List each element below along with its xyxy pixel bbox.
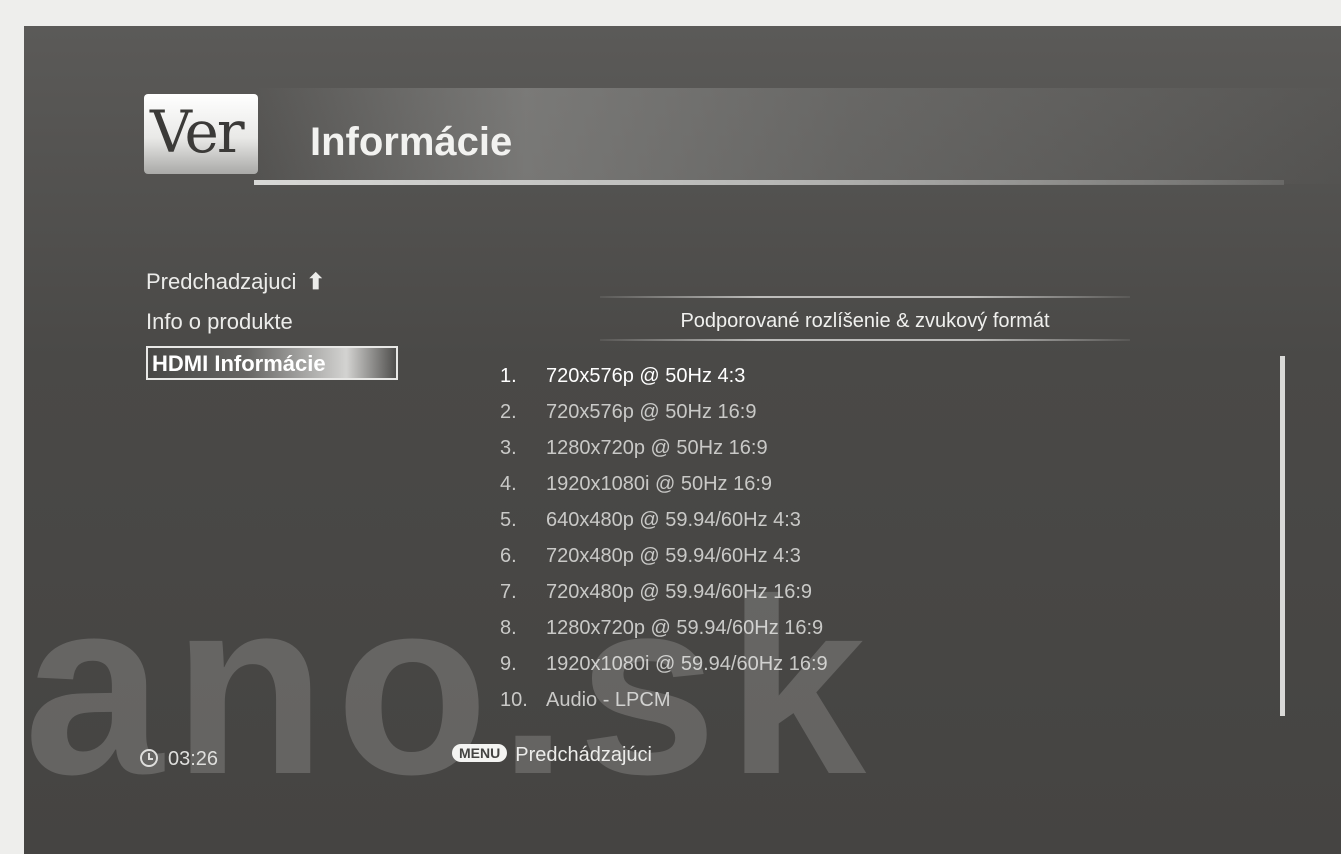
list-item-number: 4. xyxy=(500,473,517,495)
list-item-number: 1. xyxy=(500,365,517,387)
list-item-text: 1920x1080i @ 50Hz 16:9 xyxy=(546,473,773,495)
page-title: Informácie xyxy=(310,120,513,164)
list-item[interactable]: 5. 640x480p @ 59.94/60Hz 4:3 xyxy=(500,502,828,538)
menu-item-previous-label: Predchadzajuci xyxy=(146,269,297,294)
menu-item-hdmi-info-label: HDMI Informácie xyxy=(152,351,326,376)
menu-key-badge[interactable]: MENU xyxy=(452,744,508,762)
list-item-text: 1280x720p @ 50Hz 16:9 xyxy=(546,437,768,459)
clock-icon xyxy=(140,749,158,767)
menu-item-hdmi-info[interactable]: HDMI Informácie xyxy=(146,346,398,380)
footer-menu-hint: MENU Predchádzajúci xyxy=(452,744,652,767)
clock-time: 03:26 xyxy=(168,748,219,770)
section-title: Podporované rozlíšenie & zvukový formát xyxy=(680,310,1050,332)
scrollbar[interactable] xyxy=(1280,356,1285,716)
section-divider-top xyxy=(600,296,1130,298)
menu-hint-label: Predchádzajúci xyxy=(515,744,652,766)
section-divider-bottom xyxy=(600,339,1130,341)
brand-logo: Ver xyxy=(144,94,258,174)
watermark: ano.sk xyxy=(24,547,876,826)
arrow-up-icon: ⬆ xyxy=(306,269,325,294)
list-item-number: 2. xyxy=(500,401,517,423)
side-menu: Predchadzajuci ⬆ Info o produkte HDMI Inf… xyxy=(146,262,398,380)
logo-text: Ver xyxy=(150,98,245,166)
list-item-text: 720x576p @ 50Hz 4:3 xyxy=(546,365,746,387)
list-item-number: 3. xyxy=(500,437,517,459)
menu-item-product-info[interactable]: Info o produkte xyxy=(146,302,398,342)
list-item[interactable]: 3. 1280x720p @ 50Hz 16:9 xyxy=(500,430,828,466)
list-item-text: 640x480p @ 59.94/60Hz 4:3 xyxy=(546,509,801,531)
tv-screen: Ver Informácie Predchadzajuci ⬆ Info o pr… xyxy=(24,26,1341,854)
menu-item-product-info-label: Info o produkte xyxy=(146,309,293,334)
list-item[interactable]: 1. 720x576p @ 50Hz 4:3 xyxy=(500,358,828,394)
header-divider xyxy=(254,180,1284,185)
menu-item-previous[interactable]: Predchadzajuci ⬆ xyxy=(146,262,398,302)
list-item[interactable]: 2. 720x576p @ 50Hz 16:9 xyxy=(500,394,828,430)
list-item-number: 5. xyxy=(500,509,517,531)
list-item-text: 720x576p @ 50Hz 16:9 xyxy=(546,401,757,423)
footer-clock: 03:26 xyxy=(140,748,218,771)
list-item[interactable]: 4. 1920x1080i @ 50Hz 16:9 xyxy=(500,466,828,502)
